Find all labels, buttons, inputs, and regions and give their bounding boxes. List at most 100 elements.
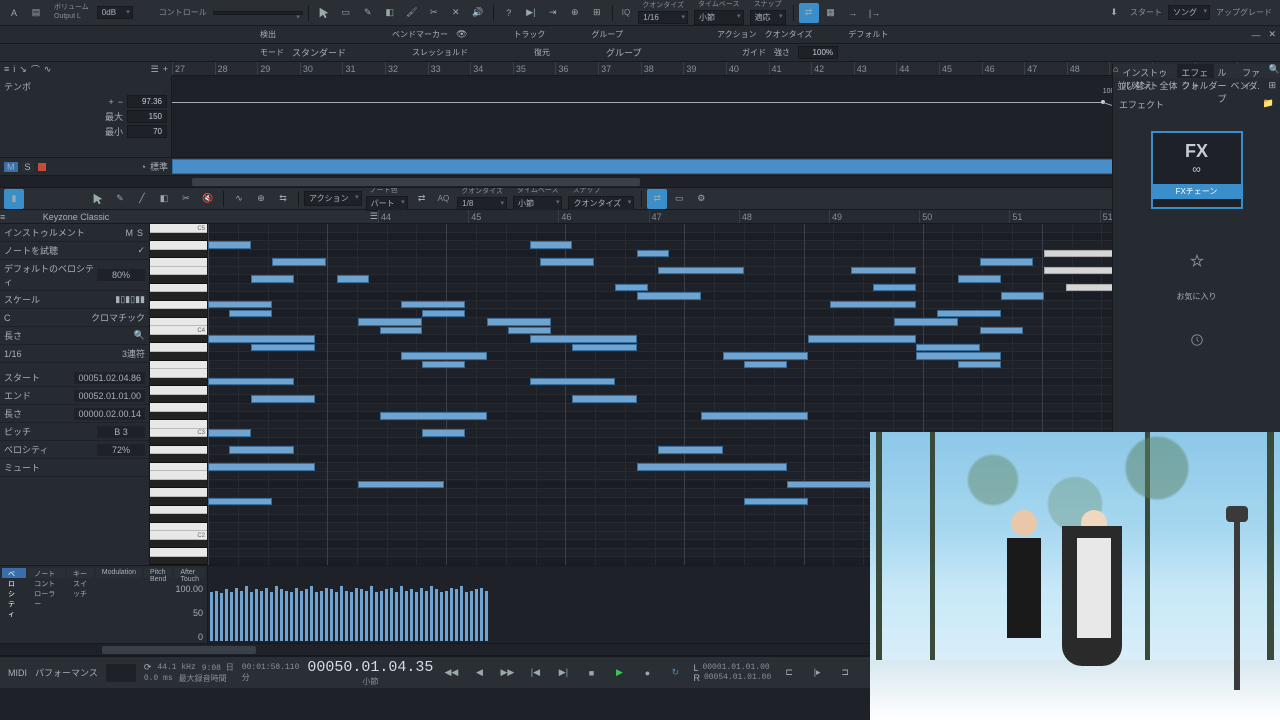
- mode-dropdown[interactable]: スタンダード: [292, 46, 346, 59]
- sort-all[interactable]: 全体: [1160, 79, 1178, 92]
- quant-dropdown[interactable]: 1/8: [457, 197, 507, 210]
- velocity-bar[interactable]: [270, 592, 273, 641]
- velocity-bar[interactable]: [365, 591, 368, 641]
- paint-tool-icon[interactable]: 🖌: [402, 3, 422, 23]
- midi-note[interactable]: [401, 352, 487, 360]
- velocity-bar[interactable]: [260, 591, 263, 641]
- midi-note[interactable]: [251, 275, 294, 283]
- triplet-dropdown[interactable]: 3連符: [122, 347, 145, 360]
- tempo-min-value[interactable]: 70: [127, 125, 167, 138]
- velocity-bar[interactable]: [320, 591, 323, 641]
- instrument-dropdown[interactable]: Keyzone Classic: [14, 212, 138, 222]
- sort-folder[interactable]: フォルダー: [1182, 79, 1227, 92]
- start-value[interactable]: 00051.02.04.86: [74, 372, 145, 384]
- ripple-icon[interactable]: →: [843, 3, 863, 23]
- tempo-max-value[interactable]: 150: [127, 110, 167, 123]
- midi-note[interactable]: [873, 284, 916, 292]
- midi-note[interactable]: [980, 327, 1023, 335]
- loop-r-value[interactable]: 00054.01.01.00: [704, 673, 771, 682]
- velocity-bar[interactable]: [440, 592, 443, 641]
- control-dropdown[interactable]: [213, 11, 303, 15]
- preroll-icon[interactable]: |▸: [807, 663, 827, 683]
- stop-button[interactable]: ■: [581, 663, 601, 683]
- solo-button[interactable]: S: [135, 228, 145, 238]
- velocity-bar[interactable]: [215, 591, 218, 641]
- velocity-bar[interactable]: [330, 589, 333, 641]
- midi-note[interactable]: [980, 258, 1034, 266]
- wave-icon[interactable]: ∿: [44, 64, 52, 75]
- velocity-bar[interactable]: [360, 589, 363, 641]
- velocity-bar[interactable]: [405, 591, 408, 641]
- midi-note[interactable]: [658, 446, 722, 454]
- midi-note[interactable]: [530, 335, 637, 343]
- erase-tool-icon[interactable]: ◧: [154, 189, 174, 209]
- settings-icon[interactable]: ⚙: [691, 189, 711, 209]
- velocity-bar[interactable]: [275, 586, 278, 641]
- favorite-icon[interactable]: [1177, 241, 1217, 281]
- rewind-button[interactable]: ◀◀: [441, 663, 461, 683]
- midi-note[interactable]: [208, 378, 294, 386]
- add-icon[interactable]: +: [163, 64, 168, 74]
- tempo-value[interactable]: 97.36: [127, 95, 167, 108]
- timebase-dropdown[interactable]: 小節: [513, 196, 563, 211]
- controller-tab[interactable]: ノートコントローラー: [28, 568, 65, 578]
- controller-tab[interactable]: Pitch Bend: [144, 568, 172, 578]
- snap-group[interactable]: スナップ適応: [748, 1, 788, 25]
- midi-note[interactable]: [208, 498, 272, 506]
- midi-note[interactable]: [1001, 292, 1044, 300]
- velocity-bar[interactable]: [385, 589, 388, 641]
- velocity-bar[interactable]: [475, 589, 478, 641]
- quantize-group[interactable]: クオンタイズ1/16: [636, 2, 690, 24]
- midi-note[interactable]: [208, 463, 315, 471]
- play-button[interactable]: ▶: [609, 663, 629, 683]
- tab-instrument[interactable]: インストゥルメント: [1118, 64, 1177, 78]
- visibility-icon[interactable]: 👁: [456, 29, 467, 40]
- notelen-value[interactable]: 00000.02.00.14: [74, 408, 145, 420]
- snap-dropdown[interactable]: クオンタイズ: [568, 196, 634, 211]
- mute-tool-icon[interactable]: 🔇: [198, 189, 218, 209]
- velocity-bar[interactable]: [390, 588, 393, 641]
- midi-note[interactable]: [380, 327, 423, 335]
- velocity-bar[interactable]: [425, 591, 428, 641]
- midi-note[interactable]: [572, 395, 636, 403]
- midi-note[interactable]: [572, 344, 636, 352]
- velocity-bar[interactable]: [245, 586, 248, 641]
- controller-tab[interactable]: ベロシティ: [2, 568, 26, 578]
- record-button[interactable]: ●: [637, 663, 657, 683]
- tab-loop[interactable]: ループ: [1214, 64, 1239, 78]
- midi-note[interactable]: [958, 361, 1001, 369]
- notecolor-dropdown[interactable]: パート: [366, 196, 408, 211]
- velocity-bar[interactable]: [485, 591, 488, 641]
- controller-tab[interactable]: キースイッチ: [67, 568, 94, 578]
- velocity-bar[interactable]: [455, 589, 458, 641]
- defvel-value[interactable]: 80%: [97, 269, 145, 281]
- velocity-bar[interactable]: [310, 586, 313, 641]
- velocity-bar[interactable]: [395, 592, 398, 641]
- autoscroll-icon[interactable]: ⇥: [543, 3, 563, 23]
- list-icon[interactable]: ☰: [370, 211, 378, 222]
- velocity-bar[interactable]: [315, 592, 318, 641]
- line-tool-icon[interactable]: ╱: [132, 189, 152, 209]
- group-dropdown-2[interactable]: グループ: [606, 46, 666, 59]
- midi-note[interactable]: [422, 429, 465, 437]
- help-icon[interactable]: ?: [499, 3, 519, 23]
- record-arm-button[interactable]: [38, 163, 46, 171]
- tempo-sub-icon[interactable]: −: [118, 97, 123, 107]
- minimize-icon[interactable]: —: [1251, 30, 1260, 40]
- pitch-value[interactable]: B 3: [97, 426, 145, 438]
- link-icon[interactable]: ⇄: [647, 189, 667, 209]
- midi-note[interactable]: [615, 284, 647, 292]
- midi-note[interactable]: [530, 378, 616, 386]
- velocity-bar[interactable]: [210, 592, 213, 641]
- swap-icon[interactable]: ⇄: [412, 189, 432, 209]
- close-icon[interactable]: ✕: [1268, 29, 1276, 40]
- line-icon[interactable]: ⌒: [31, 63, 40, 76]
- midi-note[interactable]: [530, 241, 573, 249]
- zoom-icon[interactable]: ⊕: [251, 189, 271, 209]
- midi-note[interactable]: [422, 310, 465, 318]
- midi-note[interactable]: [658, 267, 744, 275]
- loop-button[interactable]: ↻: [665, 663, 685, 683]
- track-mode[interactable]: 標準: [150, 160, 168, 173]
- midi-label[interactable]: MIDI: [8, 668, 27, 678]
- time-main[interactable]: 00050.01.04.35: [307, 659, 433, 676]
